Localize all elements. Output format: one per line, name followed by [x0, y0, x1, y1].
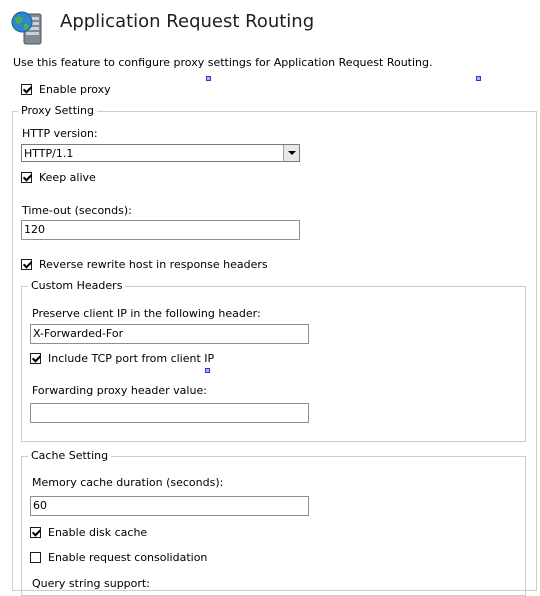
http-version-label: HTTP version:: [22, 127, 98, 140]
enable-disk-cache-checkbox[interactable]: Enable disk cache: [30, 526, 147, 539]
server-globe-icon: [10, 8, 50, 48]
enable-proxy-label: Enable proxy: [39, 83, 111, 96]
preserve-ip-label: Preserve client IP in the following head…: [32, 307, 261, 320]
enable-disk-cache-label: Enable disk cache: [48, 526, 148, 539]
enable-proxy-checkbox[interactable]: Enable proxy: [21, 83, 111, 96]
checkbox-box[interactable]: [30, 353, 41, 364]
keep-alive-checkbox[interactable]: Keep alive: [21, 171, 96, 184]
memory-cache-label: Memory cache duration (seconds):: [32, 476, 224, 489]
http-version-value: HTTP/1.1: [24, 147, 74, 160]
checkbox-box[interactable]: [21, 84, 32, 95]
include-tcp-port-label: Include TCP port from client IP: [48, 352, 215, 365]
checkbox-box[interactable]: [21, 172, 32, 183]
design-marker: [476, 76, 481, 81]
cache-setting-legend: Cache Setting: [28, 449, 112, 462]
request-consolidation-checkbox[interactable]: Enable request consolidation: [30, 551, 207, 564]
include-tcp-port-checkbox[interactable]: Include TCP port from client IP: [30, 352, 214, 365]
custom-headers-legend: Custom Headers: [28, 279, 126, 292]
checkbox-box[interactable]: [30, 527, 41, 538]
page-title: Application Request Routing: [60, 11, 315, 32]
chevron-down-icon[interactable]: [283, 145, 299, 161]
keep-alive-label: Keep alive: [39, 171, 96, 184]
request-consolidation-label: Enable request consolidation: [48, 551, 208, 564]
timeout-label: Time-out (seconds):: [22, 204, 132, 217]
forwarding-proxy-label: Forwarding proxy header value:: [32, 384, 207, 397]
page-description: Use this feature to configure proxy sett…: [13, 56, 433, 69]
reverse-rewrite-label: Reverse rewrite host in response headers: [39, 258, 268, 271]
design-marker: [205, 368, 210, 373]
design-marker: [206, 76, 211, 81]
memory-cache-input[interactable]: 60: [30, 496, 309, 516]
http-version-select[interactable]: HTTP/1.1: [21, 144, 300, 162]
checkbox-box[interactable]: [30, 552, 41, 563]
timeout-input[interactable]: 120: [21, 220, 300, 240]
reverse-rewrite-checkbox[interactable]: Reverse rewrite host in response headers: [21, 258, 268, 271]
checkbox-box[interactable]: [21, 259, 32, 270]
query-string-label: Query string support:: [32, 577, 150, 590]
preserve-ip-input[interactable]: X-Forwarded-For: [30, 324, 309, 344]
forwarding-proxy-input[interactable]: [30, 403, 309, 423]
proxy-setting-legend: Proxy Setting: [18, 104, 98, 117]
